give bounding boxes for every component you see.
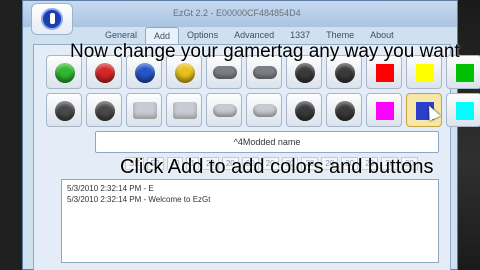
- right-trigger-icon: [173, 102, 197, 119]
- gamertag-input[interactable]: ^4Modded name: [95, 131, 439, 153]
- blue-button-icon: [135, 63, 155, 83]
- tutorial-caption-top: Now change your gamertag any way you wan…: [70, 41, 460, 62]
- dpad-left-icon: [55, 101, 75, 121]
- desktop-background: [458, 0, 480, 270]
- start-button-icon: [253, 66, 277, 79]
- left-trigger-tile[interactable]: [126, 93, 162, 127]
- window-title: EzGt 2.2 - E00000CF484854D4: [173, 8, 301, 18]
- color-cyan-tile[interactable]: [446, 93, 480, 127]
- left-stick-icon: [295, 63, 315, 83]
- back-button-icon: [213, 66, 237, 79]
- tutorial-caption-bottom: Click Add to add colors and buttons: [120, 156, 434, 178]
- app-logo[interactable]: [31, 3, 73, 35]
- dpad-left-tile[interactable]: [46, 93, 82, 127]
- dpad-right-icon: [95, 101, 115, 121]
- xbox-logo-icon: [41, 8, 63, 30]
- xbox-guide-icon: [295, 101, 315, 121]
- color-yellow-icon: [416, 64, 434, 82]
- color-magenta-tile[interactable]: [366, 93, 402, 127]
- red-button-icon: [95, 63, 115, 83]
- color-green-icon: [456, 64, 474, 82]
- log-line: 5/3/2010 2:32:14 PM - Welcome to EzGt: [67, 195, 211, 204]
- title-bar: EzGt 2.2 - E00000CF484854D4: [23, 1, 457, 27]
- stick-click-icon: [335, 101, 355, 121]
- left-bumper-tile[interactable]: [206, 93, 242, 127]
- right-bumper-tile[interactable]: [246, 93, 282, 127]
- color-cyan-icon: [456, 102, 474, 120]
- xbox-guide-tile[interactable]: [286, 93, 322, 127]
- right-bumper-icon: [253, 104, 277, 117]
- right-stick-icon: [335, 63, 355, 83]
- dpad-right-tile[interactable]: [86, 93, 122, 127]
- green-button-icon: [55, 63, 75, 83]
- right-trigger-tile[interactable]: [166, 93, 202, 127]
- color-red-icon: [376, 64, 394, 82]
- left-bumper-icon: [213, 104, 237, 117]
- color-magenta-icon: [376, 102, 394, 120]
- yellow-button-icon: [175, 63, 195, 83]
- log-box: 5/3/2010 2:32:14 PM - E 5/3/2010 2:32:14…: [61, 179, 439, 263]
- left-trigger-icon: [133, 102, 157, 119]
- log-line: 5/3/2010 2:32:14 PM - E: [67, 184, 154, 193]
- stick-click-tile[interactable]: [326, 93, 362, 127]
- button-row-2: [46, 93, 480, 127]
